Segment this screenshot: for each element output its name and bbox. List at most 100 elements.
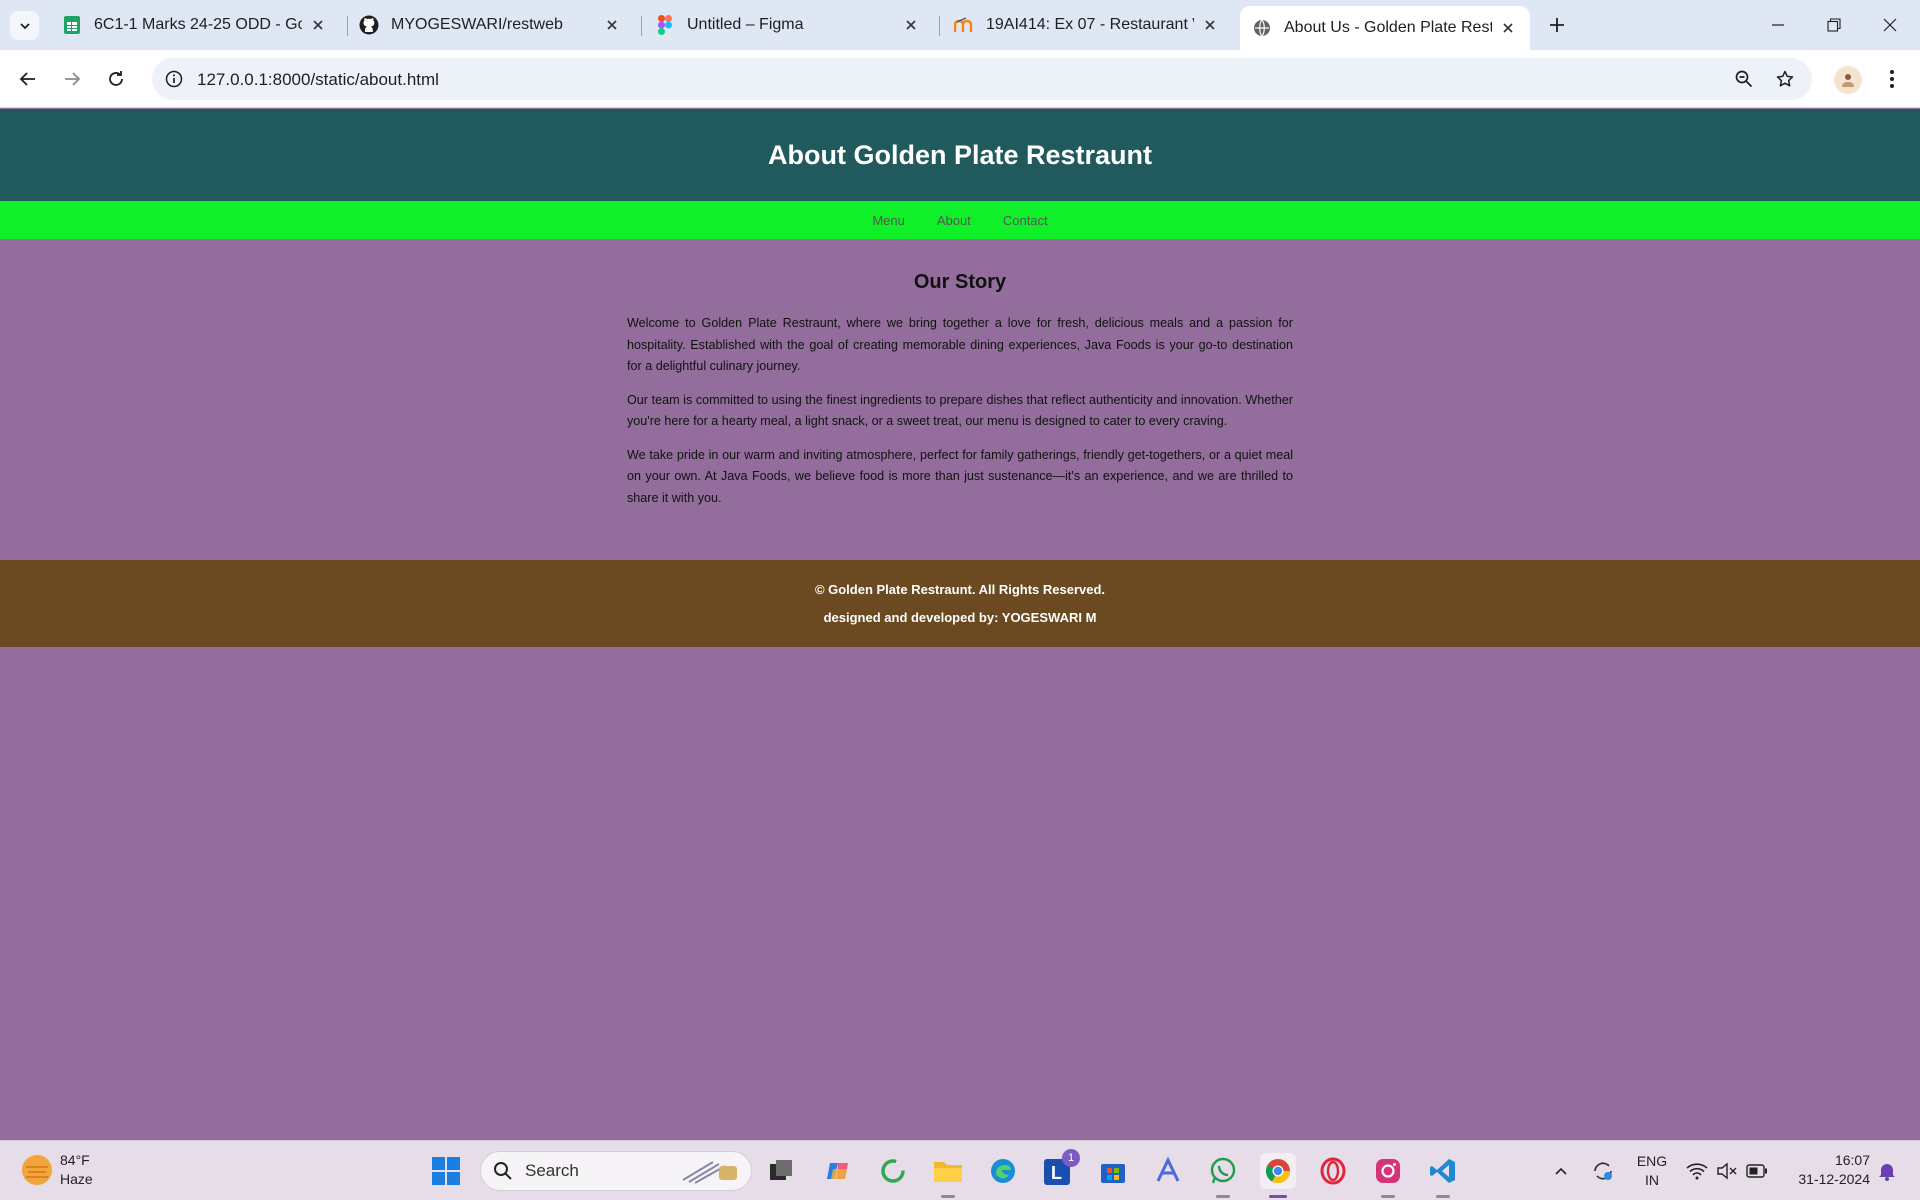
edge-icon[interactable] <box>985 1153 1021 1189</box>
web-page: About Golden Plate Restraunt Menu About … <box>0 109 1920 1140</box>
notification-bell-icon[interactable] <box>1874 1153 1900 1189</box>
tray-overflow-icon[interactable] <box>1548 1153 1574 1189</box>
tab-title: MYOGESWARI/restweb <box>391 16 563 33</box>
search-icon <box>494 1162 512 1180</box>
tab-search-button[interactable] <box>10 11 39 40</box>
site-footer: © Golden Plate Restraunt. All Rights Res… <box>0 560 1920 647</box>
close-tab-icon[interactable] <box>1202 17 1218 33</box>
nav-link-menu[interactable]: Menu <box>870 213 907 228</box>
running-indicator <box>941 1195 955 1198</box>
story-heading: Our Story <box>913 271 1007 293</box>
tab-about-us[interactable]: About Us - Golden Plate Restra <box>1240 6 1530 50</box>
tab-figma[interactable]: Untitled – Figma <box>643 6 933 44</box>
site-nav: Menu About Contact <box>0 201 1920 239</box>
clock-time: 16:07 <box>1834 1152 1870 1168</box>
tab-title: 6C1-1 Marks 24-25 ODD - Goo <box>94 16 302 33</box>
tab-sheets[interactable]: 6C1-1 Marks 24-25 ODD - Goo <box>50 6 340 44</box>
active-indicator <box>1269 1195 1287 1198</box>
opera-icon[interactable] <box>1315 1153 1351 1189</box>
page-title: About Golden Plate Restraunt <box>767 139 1153 170</box>
reload-button[interactable] <box>100 63 132 95</box>
instagram-icon[interactable] <box>1370 1153 1406 1189</box>
close-tab-icon[interactable] <box>1500 20 1516 36</box>
minimize-button[interactable] <box>1750 0 1806 50</box>
close-icon <box>1883 18 1897 32</box>
lang-top: ENG <box>1636 1153 1668 1169</box>
minimize-icon <box>1772 24 1784 26</box>
clock-date: 31-12-2024 <box>1798 1171 1870 1187</box>
browser-menu-button[interactable] <box>1880 65 1904 93</box>
plus-icon <box>1550 18 1564 32</box>
back-arrow-icon <box>19 72 35 86</box>
restore-icon <box>1827 18 1841 32</box>
search-highlight-icon <box>682 1161 737 1184</box>
tab-moodle[interactable]: 19AI414: Ex 07 - Restaurant We <box>942 6 1232 44</box>
more-vertical-icon <box>1890 70 1894 88</box>
nav-link-contact[interactable]: Contact <box>1001 213 1050 228</box>
globe-icon <box>1252 18 1272 38</box>
tab-title: 19AI414: Ex 07 - Restaurant We <box>986 16 1194 33</box>
taskbar: 84°F Haze Search L 1 ENG IN 16:07 31-12-… <box>0 1140 1920 1200</box>
arc-app-icon[interactable] <box>1150 1153 1186 1189</box>
weather-widget[interactable]: 84°F Haze <box>22 1151 93 1189</box>
refresh-app-icon[interactable] <box>875 1153 911 1189</box>
chevron-down-icon <box>19 22 30 29</box>
vscode-icon[interactable] <box>1425 1153 1461 1189</box>
moodle-icon <box>954 15 974 35</box>
forward-arrow-icon <box>65 72 81 86</box>
story-paragraph: Welcome to Golden Plate Restraunt, where… <box>627 316 1293 373</box>
start-button[interactable] <box>428 1153 464 1189</box>
story-section: Our Story Welcome to Golden Plate Restra… <box>627 239 1293 509</box>
file-explorer-icon[interactable] <box>930 1153 966 1189</box>
weather-desc: Haze <box>60 1171 93 1187</box>
wifi-icon[interactable] <box>1684 1153 1710 1189</box>
site-info-icon[interactable] <box>162 67 186 91</box>
notification-badge: 1 <box>1062 1149 1080 1167</box>
address-bar[interactable]: 127.0.0.1:8000/static/about.html <box>152 58 1812 100</box>
nav-link-about[interactable]: About <box>935 213 973 228</box>
forward-button[interactable] <box>56 63 88 95</box>
profile-avatar[interactable] <box>1834 66 1862 94</box>
reload-icon <box>109 71 123 86</box>
running-indicator <box>1436 1195 1450 1198</box>
volume-muted-icon[interactable] <box>1714 1153 1740 1189</box>
avatar-icon <box>1842 74 1854 87</box>
microsoft-store-icon[interactable] <box>1095 1153 1131 1189</box>
browser-toolbar: 127.0.0.1:8000/static/about.html <box>0 50 1920 108</box>
tab-github[interactable]: MYOGESWARI/restweb <box>347 6 634 44</box>
tab-divider <box>641 16 642 36</box>
windows-icon <box>432 1157 460 1185</box>
chrome-icon[interactable] <box>1260 1153 1296 1189</box>
github-icon <box>359 15 379 35</box>
task-view-icon[interactable] <box>763 1153 799 1189</box>
url-text: 127.0.0.1:8000/static/about.html <box>197 70 439 89</box>
footer-copyright: © Golden Plate Restraunt. All Rights Res… <box>814 582 1106 597</box>
clock[interactable]: 16:07 31-12-2024 <box>1778 1151 1870 1189</box>
restore-button[interactable] <box>1806 0 1862 50</box>
close-tab-icon[interactable] <box>604 17 620 33</box>
back-button[interactable] <box>12 63 44 95</box>
haze-icon <box>22 1155 52 1185</box>
whatsapp-icon[interactable] <box>1205 1153 1241 1189</box>
battery-icon[interactable] <box>1744 1153 1770 1189</box>
taskbar-search[interactable]: Search <box>480 1151 752 1191</box>
figma-icon <box>655 15 675 35</box>
svg-text:L: L <box>1051 1163 1062 1183</box>
copilot-icon[interactable] <box>820 1153 856 1189</box>
zoom-icon[interactable] <box>1732 67 1756 91</box>
story-paragraph: We take pride in our warm and inviting a… <box>627 447 1293 505</box>
close-window-button[interactable] <box>1862 0 1918 50</box>
bookmark-star-icon[interactable] <box>1773 67 1797 91</box>
close-tab-icon[interactable] <box>903 17 919 33</box>
sheets-icon <box>62 15 82 35</box>
tab-title: About Us - Golden Plate Restra <box>1284 19 1492 36</box>
story-paragraph: Our team is committed to using the fines… <box>627 392 1293 429</box>
new-tab-button[interactable] <box>1544 12 1570 38</box>
language-indicator[interactable]: ENG IN <box>1630 1152 1674 1190</box>
lang-bottom: IN <box>1645 1172 1659 1188</box>
close-tab-icon[interactable] <box>310 17 326 33</box>
sync-icon[interactable] <box>1588 1153 1618 1189</box>
browser-tabstrip: 6C1-1 Marks 24-25 ODD - Goo MYOGESWARI/r… <box>0 0 1920 50</box>
tab-title: Untitled – Figma <box>687 16 804 33</box>
site-header: About Golden Plate Restraunt <box>0 109 1920 201</box>
